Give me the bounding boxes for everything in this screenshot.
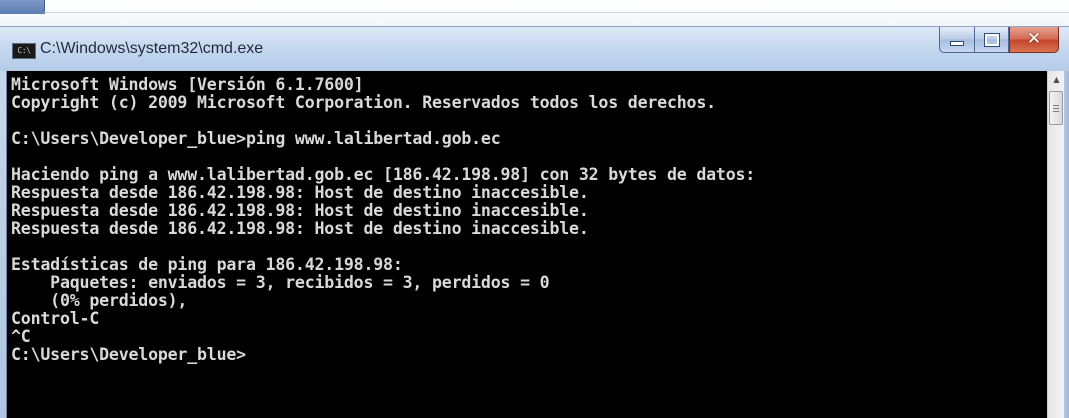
console-line: (0% perdidos), <box>11 291 188 310</box>
minimize-icon <box>950 41 964 46</box>
scroll-up-arrow-icon[interactable]: ▲ <box>1048 71 1065 88</box>
caption-buttons: ✕ <box>939 27 1059 53</box>
console-line: ^C <box>11 327 31 346</box>
console-line: Paquetes: enviados = 3, recibidos = 3, p… <box>11 273 550 292</box>
console-line: Microsoft Windows [Versión 6.1.7600] <box>11 75 364 94</box>
console-line: Respuesta desde 186.42.198.98: Host de d… <box>11 219 589 238</box>
window-title: C:\Windows\system32\cmd.exe <box>40 40 264 57</box>
console-line: Estadísticas de ping para 186.42.198.98: <box>11 255 403 274</box>
close-button[interactable]: ✕ <box>1009 27 1059 53</box>
maximize-icon <box>983 32 1000 47</box>
scroll-thumb[interactable] <box>1049 91 1063 125</box>
background-window-strip <box>0 0 1069 26</box>
console-line: C:\Users\Developer_blue>ping www.laliber… <box>11 129 501 148</box>
console-line: Control-C <box>11 309 100 328</box>
grip-icon <box>1053 104 1059 112</box>
maximize-button[interactable] <box>974 27 1009 53</box>
background-tab <box>0 0 45 14</box>
window-border <box>1064 71 1069 418</box>
console-line: Respuesta desde 186.42.198.98: Host de d… <box>11 201 589 220</box>
console-text: Microsoft Windows [Versión 6.1.7600] Copy… <box>11 76 755 364</box>
console-output[interactable]: Microsoft Windows [Versión 6.1.7600] Copy… <box>6 71 1048 418</box>
close-icon: ✕ <box>1026 29 1042 49</box>
console-line: Haciendo ping a www.lalibertad.gob.ec [1… <box>11 165 756 184</box>
cmd-window: C:\ C:\Windows\system32\cmd.exe ✕ Micros… <box>0 26 1069 418</box>
console-line: Respuesta desde 186.42.198.98: Host de d… <box>11 183 589 202</box>
cmd-icon[interactable]: C:\ <box>12 43 36 59</box>
console-line: Copyright (c) 2009 Microsoft Corporation… <box>11 93 716 112</box>
minimize-button[interactable] <box>939 27 974 53</box>
console-line: C:\Users\Developer_blue> <box>11 345 246 364</box>
title-bar[interactable]: C:\ C:\Windows\system32\cmd.exe ✕ <box>0 27 1069 71</box>
divider <box>44 12 1069 13</box>
vertical-scrollbar[interactable]: ▲ <box>1047 71 1065 418</box>
